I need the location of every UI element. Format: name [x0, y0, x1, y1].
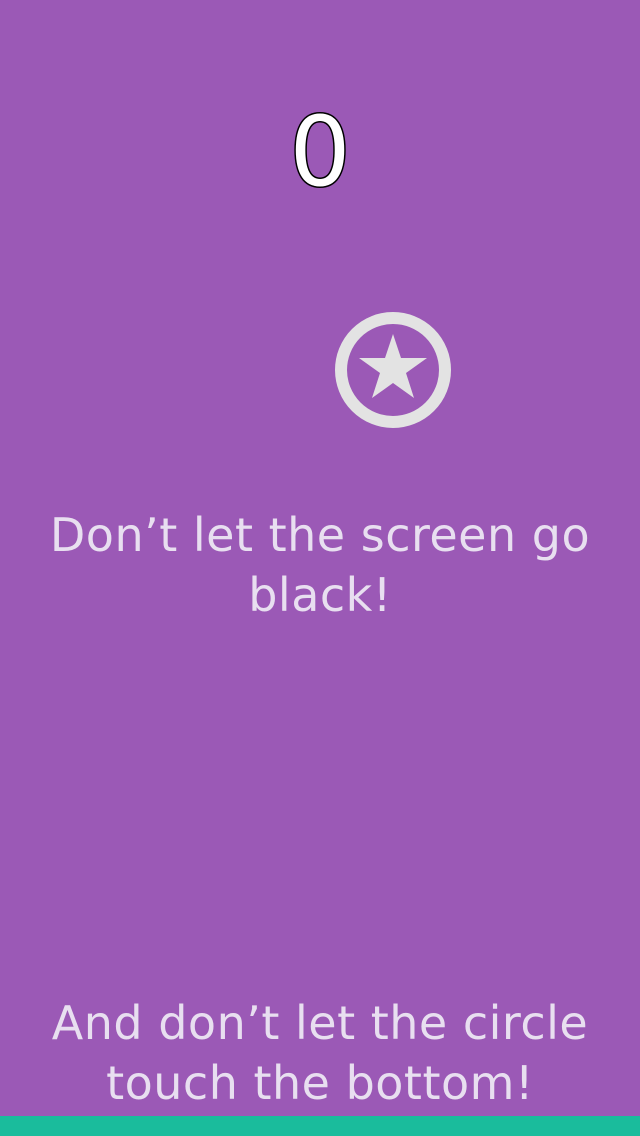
player-circle[interactable]: [333, 310, 453, 430]
game-screen[interactable]: 0 Don’t let the screen go black! And don…: [0, 0, 640, 1136]
star-circle-icon: [335, 312, 451, 428]
score-counter: 0: [288, 95, 352, 210]
bottom-floor: [0, 1116, 640, 1136]
instruction-primary: Don’t let the screen go black!: [49, 508, 591, 622]
instruction-secondary: And don’t let the circle touch the botto…: [51, 996, 589, 1110]
